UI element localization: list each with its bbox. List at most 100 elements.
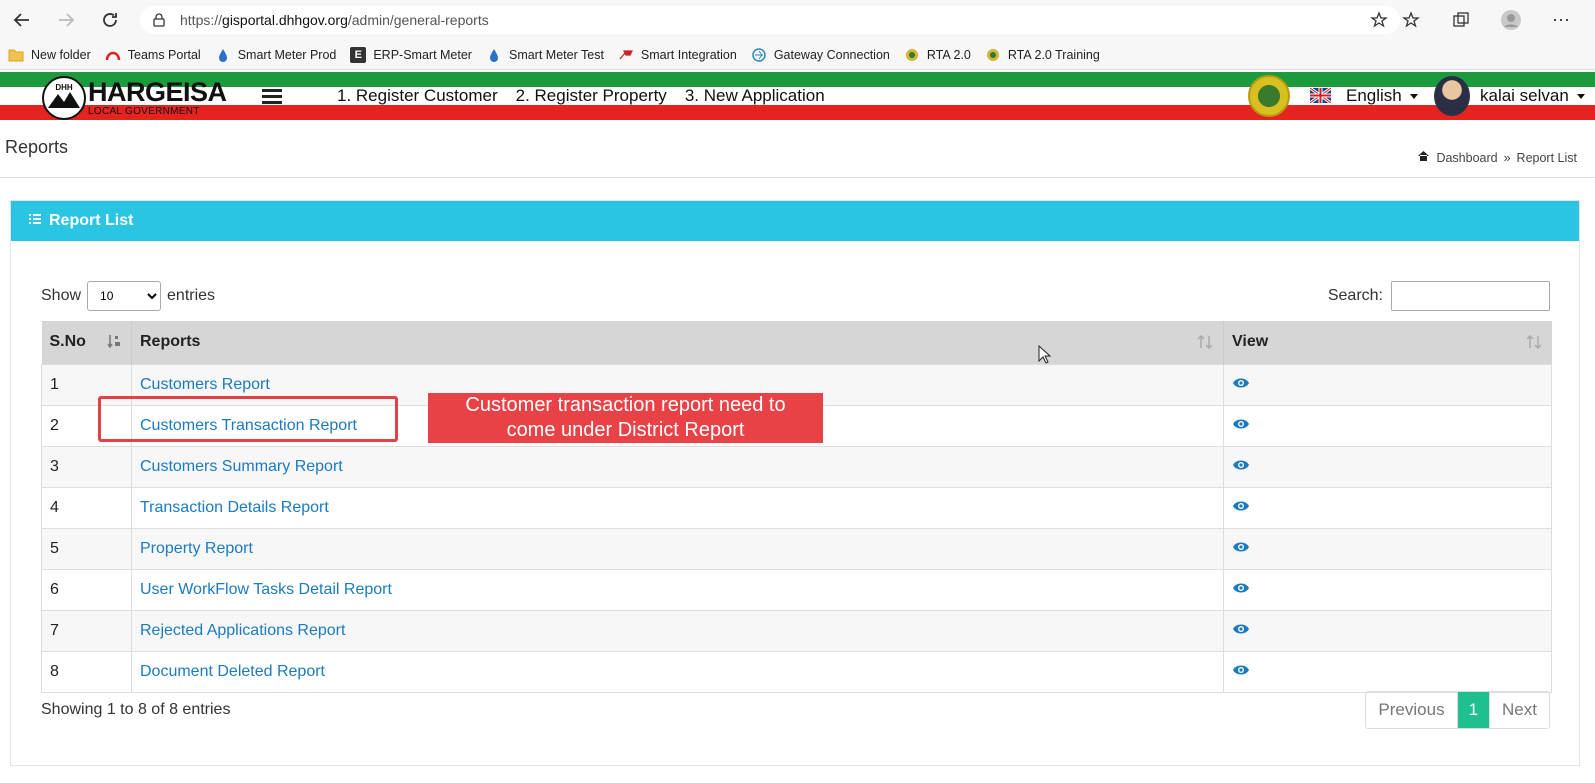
bookmark-label: New folder bbox=[31, 47, 91, 62]
avatar[interactable] bbox=[1434, 76, 1470, 116]
page-length-select[interactable]: 10 bbox=[87, 281, 162, 311]
e-icon: E bbox=[350, 46, 367, 63]
report-link[interactable]: Customers Summary Report bbox=[140, 458, 343, 475]
search-input[interactable] bbox=[1391, 281, 1550, 311]
view-eye-icon[interactable] bbox=[1232, 377, 1250, 389]
drop-icon bbox=[486, 47, 502, 63]
report-link[interactable]: Document Deleted Report bbox=[140, 663, 325, 680]
collections-icon[interactable] bbox=[1447, 6, 1475, 34]
view-eye-icon[interactable] bbox=[1232, 541, 1250, 553]
view-eye-icon[interactable] bbox=[1232, 623, 1250, 635]
more-icon[interactable]: ⋯ bbox=[1547, 6, 1575, 34]
row-sno: 8 bbox=[41, 650, 132, 693]
report-link[interactable]: Transaction Details Report bbox=[140, 499, 329, 516]
language-label: English bbox=[1346, 86, 1402, 105]
favorites-icon[interactable] bbox=[1397, 6, 1425, 34]
logo-subtitle: LOCAL GOVERNMENT bbox=[88, 106, 200, 117]
list-icon bbox=[29, 212, 41, 230]
view-eye-icon[interactable] bbox=[1232, 459, 1250, 471]
bookmark-gateway-connection[interactable]: Gateway Connection bbox=[751, 47, 890, 63]
report-link[interactable]: Property Report bbox=[140, 540, 253, 557]
entries-label: entries bbox=[167, 287, 216, 304]
report-link[interactable]: User WorkFlow Tasks Detail Report bbox=[140, 581, 392, 598]
search-control: Search: bbox=[1328, 281, 1550, 311]
forward-icon[interactable] bbox=[52, 6, 80, 34]
annotation-line-2: come under District Report bbox=[506, 419, 745, 441]
page-button-current[interactable]: 1 bbox=[1457, 692, 1491, 728]
row-sno: 3 bbox=[41, 445, 132, 487]
sort-icon bbox=[1197, 334, 1213, 353]
chevron-down-icon bbox=[1576, 93, 1585, 99]
bookmark-label: Teams Portal bbox=[127, 47, 201, 62]
bookmarks-bar: New folder Teams Portal Smart Meter Prod… bbox=[0, 40, 1595, 70]
column-header-reports[interactable]: Reports bbox=[131, 321, 1224, 364]
report-list-box: Report List Show 10 entries Search: S.No… bbox=[10, 200, 1580, 766]
user-menu[interactable]: kalai selvan bbox=[1480, 86, 1585, 106]
browser-actions: ⋯ bbox=[1397, 6, 1575, 34]
bookmark-teams-portal[interactable]: Teams Portal bbox=[105, 47, 201, 63]
breadcrumb-dashboard[interactable]: Dashboard bbox=[1436, 151, 1497, 165]
url-path: /admin/general-reports bbox=[347, 12, 489, 28]
bookmark-smart-integration[interactable]: Smart Integration bbox=[618, 47, 737, 63]
bookmark-label: RTA 2.0 bbox=[926, 47, 971, 62]
table-row: 3 Customers Summary Report bbox=[41, 445, 1552, 487]
menu-new-application[interactable]: 3. New Application bbox=[685, 86, 825, 106]
logo-letters: DHH bbox=[55, 83, 73, 92]
logo-title: HARGEISA bbox=[88, 77, 227, 107]
language-selector[interactable]: English bbox=[1346, 86, 1418, 106]
teams-icon bbox=[105, 47, 121, 63]
menu-toggle-icon[interactable] bbox=[262, 89, 282, 107]
profile-icon[interactable] bbox=[1497, 6, 1525, 34]
view-eye-icon[interactable] bbox=[1232, 582, 1250, 594]
site-logo[interactable]: DHH HARGEISA LOCAL GOVERNMENT bbox=[42, 76, 227, 120]
table-row: 7 Rejected Applications Report bbox=[41, 609, 1552, 651]
reload-icon[interactable] bbox=[96, 6, 124, 34]
government-emblem-icon bbox=[1248, 75, 1290, 117]
table-row: 5 Property Report bbox=[41, 527, 1552, 569]
column-label: Reports bbox=[140, 333, 201, 351]
previous-button[interactable]: Previous bbox=[1366, 692, 1458, 728]
annotation-line-1: Customer transaction report need to bbox=[465, 394, 786, 416]
column-header-view[interactable]: View bbox=[1223, 321, 1552, 364]
address-bar[interactable]: https://gisportal.dhhgov.org/admin/gener… bbox=[140, 6, 1400, 34]
view-eye-icon[interactable] bbox=[1232, 418, 1250, 430]
back-icon[interactable] bbox=[8, 6, 36, 34]
search-label: Search: bbox=[1327, 287, 1383, 304]
table-row: 6 User WorkFlow Tasks Detail Report bbox=[41, 568, 1552, 610]
bookmark-smart-meter-test[interactable]: Smart Meter Test bbox=[486, 47, 604, 63]
report-link[interactable]: Rejected Applications Report bbox=[140, 622, 345, 639]
page-title: Reports bbox=[5, 137, 69, 157]
logo-emblem: DHH bbox=[42, 76, 86, 120]
report-link[interactable]: Customers Report bbox=[140, 376, 270, 393]
annotation-highlight bbox=[98, 396, 398, 442]
home-icon[interactable] bbox=[1417, 150, 1430, 165]
mouse-cursor-icon bbox=[1038, 345, 1052, 364]
bookmark-smart-meter-prod[interactable]: Smart Meter Prod bbox=[215, 47, 336, 63]
uk-flag-icon bbox=[1309, 86, 1332, 105]
menu-register-customer[interactable]: 1. Register Customer bbox=[337, 86, 498, 106]
reports-table: S.No Reports View 1 Customers Report 2 C… bbox=[41, 321, 1552, 693]
top-menu: 1. Register Customer 2. Register Propert… bbox=[337, 86, 825, 106]
bookmark-new-folder[interactable]: New folder bbox=[8, 47, 91, 63]
folder-icon bbox=[8, 47, 24, 63]
bookmark-rta-2-training[interactable]: RTA 2.0 Training bbox=[985, 47, 1100, 63]
add-favorite-icon[interactable] bbox=[1370, 11, 1388, 32]
hammer-icon bbox=[618, 47, 634, 63]
drop-icon bbox=[215, 47, 231, 63]
next-button[interactable]: Next bbox=[1490, 692, 1549, 728]
view-eye-icon[interactable] bbox=[1232, 664, 1250, 676]
breadcrumb: Dashboard » Report List bbox=[1417, 150, 1577, 165]
row-sno: 5 bbox=[41, 527, 132, 569]
column-label: View bbox=[1232, 333, 1269, 351]
bookmark-label: RTA 2.0 Training bbox=[1007, 47, 1100, 62]
bookmark-label: Gateway Connection bbox=[773, 47, 890, 62]
column-header-sno[interactable]: S.No bbox=[41, 321, 132, 364]
bookmark-rta-2[interactable]: RTA 2.0 bbox=[904, 47, 971, 63]
table-row: 4 Transaction Details Report bbox=[41, 486, 1552, 528]
bookmark-erp-smart-meter[interactable]: E ERP-Smart Meter bbox=[350, 46, 472, 63]
menu-register-property[interactable]: 2. Register Property bbox=[516, 86, 667, 106]
sort-icon bbox=[1525, 334, 1542, 353]
bookmark-label: Smart Meter Test bbox=[508, 47, 604, 62]
view-eye-icon[interactable] bbox=[1232, 500, 1250, 512]
bookmark-label: Smart Integration bbox=[640, 47, 737, 62]
